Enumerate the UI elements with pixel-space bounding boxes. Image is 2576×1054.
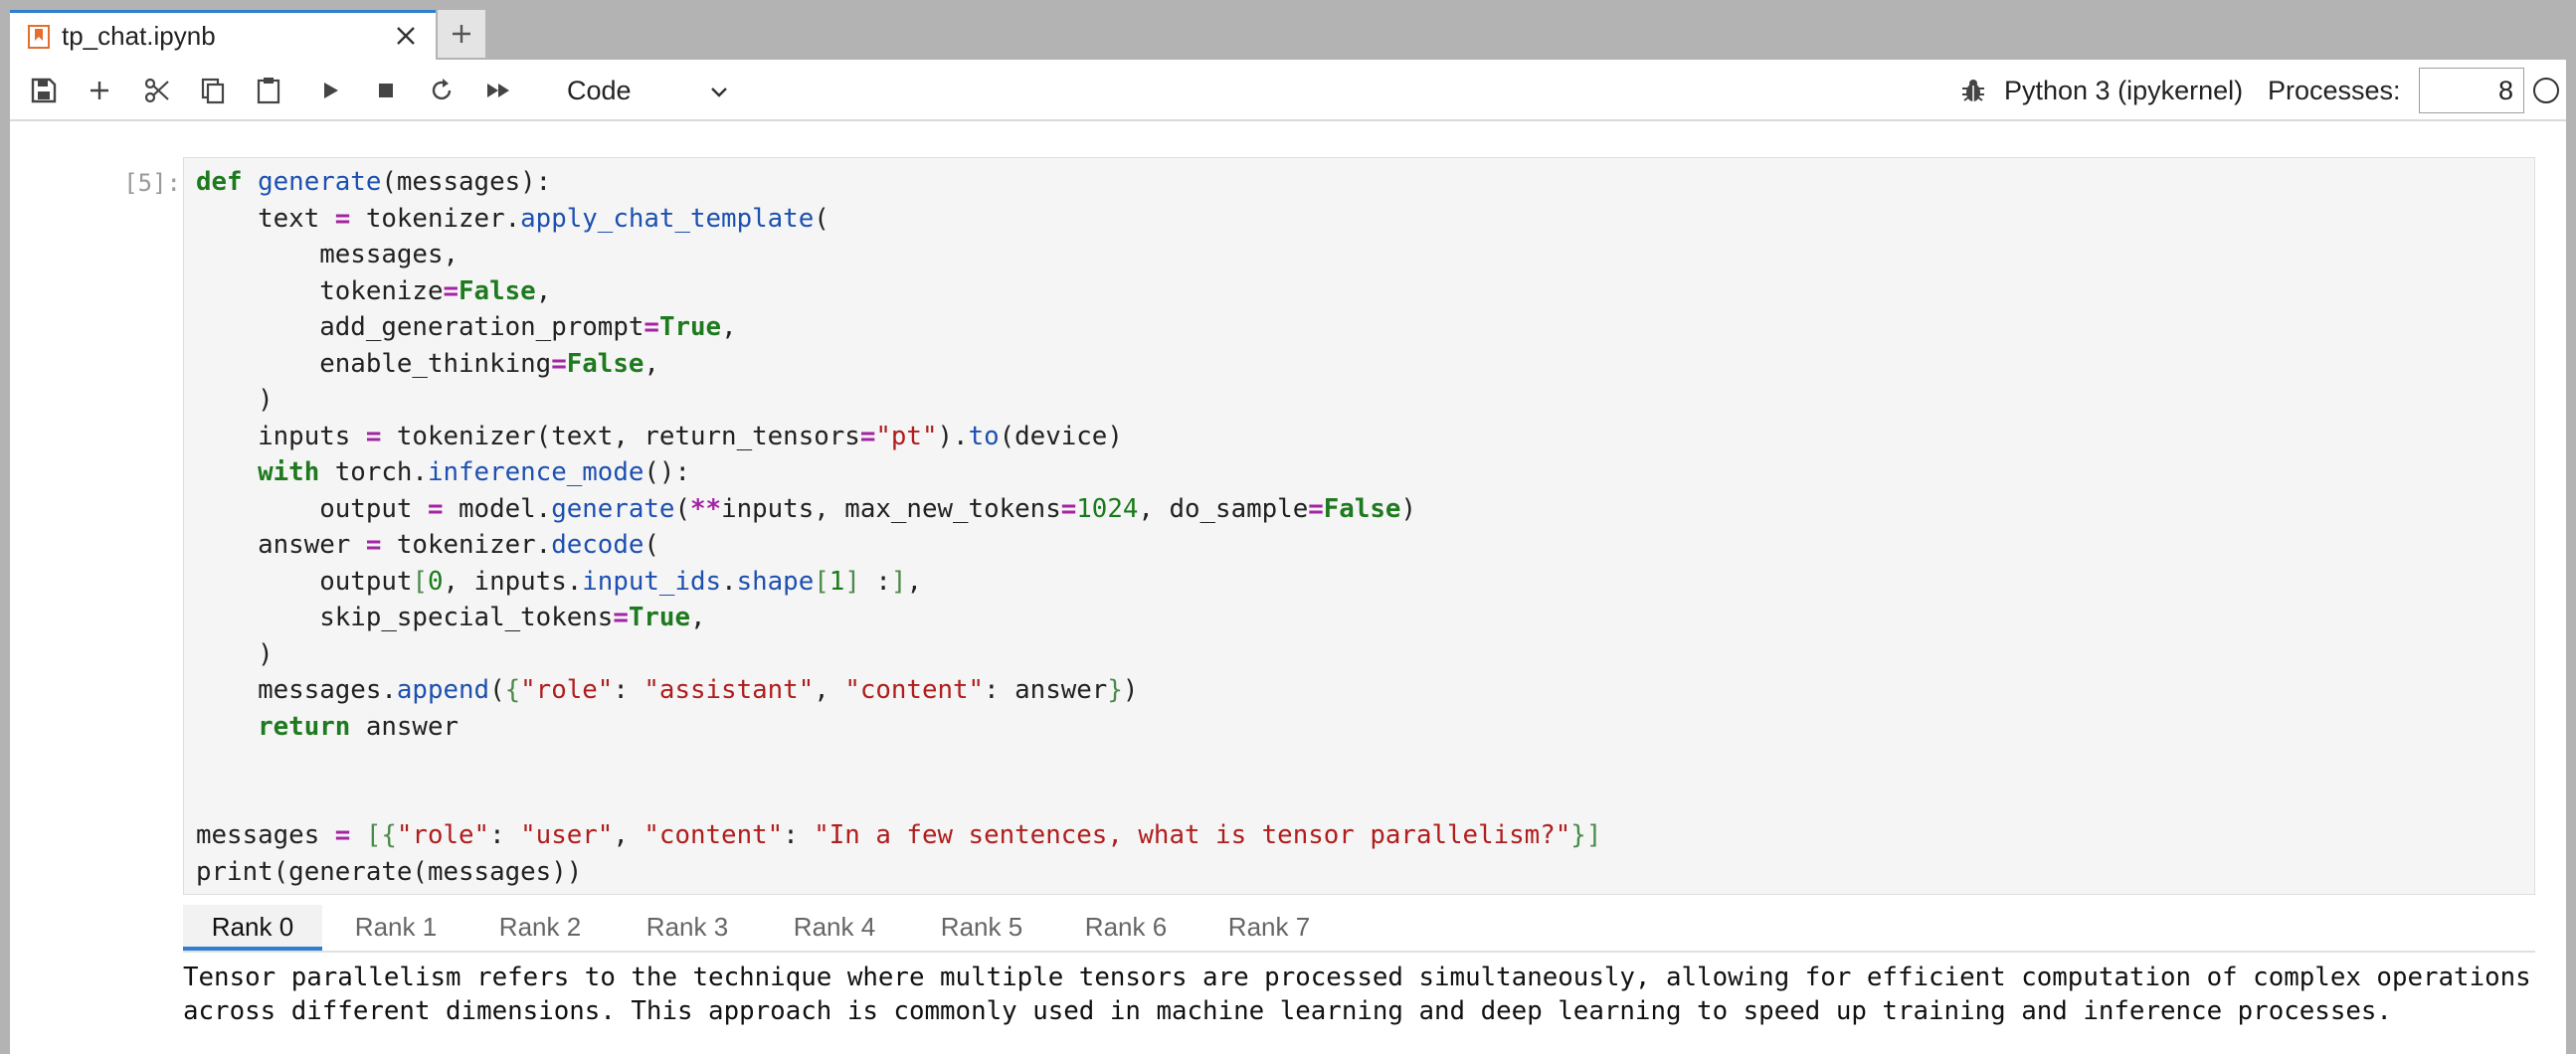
notebook-tab[interactable]: tp_chat.ipynb <box>10 10 436 60</box>
code-line[interactable]: add_generation_prompt=True, <box>196 309 1601 346</box>
restart-icon[interactable] <box>426 75 458 106</box>
code-line[interactable]: inputs = tokenizer(text, return_tensors=… <box>196 419 1601 455</box>
code-line[interactable]: return answer <box>196 709 1601 746</box>
cell-type-value: Code <box>567 76 632 105</box>
notebook-toolbar: Code Python 3 (ipykernel) Processes: <box>10 60 2566 121</box>
tab-rank-2[interactable]: Rank 2 <box>465 905 615 951</box>
code-line[interactable]: ​ <box>196 745 1601 782</box>
code-line[interactable]: messages.append({"role": "assistant", "c… <box>196 672 1601 709</box>
notebook-panel: [5]: def generate(messages): text = toke… <box>10 121 2566 1054</box>
plus-icon <box>453 25 470 43</box>
tab-rank-0[interactable]: Rank 0 <box>183 905 322 951</box>
code-line[interactable]: answer = tokenizer.decode( <box>196 527 1601 564</box>
tab-rank-6[interactable]: Rank 6 <box>1054 905 1197 951</box>
fast-forward-icon[interactable] <box>483 75 515 106</box>
close-icon[interactable] <box>394 24 418 48</box>
kernel-status-icon <box>2533 78 2559 103</box>
output-rank-tabs: Rank 0 Rank 1 Rank 2 Rank 3 Rank 4 Rank 5 Rank… <box>183 905 2535 953</box>
plus-icon <box>91 82 108 99</box>
tab-title: tp_chat.ipynb <box>62 21 216 51</box>
code-cell[interactable]: def generate(messages): text = tokenizer… <box>183 157 2535 895</box>
code-line[interactable]: ) <box>196 382 1601 419</box>
code-line[interactable]: enable_thinking=False, <box>196 346 1601 383</box>
code-line[interactable]: output = model.generate(**inputs, max_ne… <box>196 491 1601 528</box>
processes-input[interactable] <box>2419 68 2524 113</box>
tab-rank-3[interactable]: Rank 3 <box>615 905 760 951</box>
run-icon[interactable] <box>314 75 346 106</box>
code-line[interactable]: messages, <box>196 237 1601 273</box>
code-line[interactable]: print(generate(messages)) <box>196 854 1601 891</box>
cell-type-dropdown[interactable]: Code <box>555 71 738 110</box>
code-line[interactable]: tokenize=False, <box>196 273 1601 310</box>
processes-label: Processes: <box>2268 76 2401 105</box>
notebook-icon <box>28 25 50 49</box>
paste-icon[interactable] <box>253 75 284 106</box>
add-cell-button[interactable] <box>84 75 115 106</box>
new-tab-button[interactable] <box>438 10 485 58</box>
save-icon[interactable] <box>28 75 60 106</box>
code-editor[interactable]: def generate(messages): text = tokenizer… <box>196 164 1601 890</box>
code-line[interactable]: text = tokenizer.apply_chat_template( <box>196 201 1601 238</box>
code-line[interactable]: skip_special_tokens=True, <box>196 600 1601 636</box>
bug-icon[interactable] <box>1959 77 1987 104</box>
stop-icon[interactable] <box>370 75 402 106</box>
execution-count: [5]: <box>123 169 181 197</box>
cut-icon[interactable] <box>141 75 173 106</box>
tab-rank-4[interactable]: Rank 4 <box>760 905 909 951</box>
chevron-down-icon <box>706 77 732 102</box>
copy-icon[interactable] <box>197 75 229 106</box>
code-line[interactable]: ) <box>196 636 1601 673</box>
code-line[interactable]: ​ <box>196 782 1601 818</box>
tab-bar: tp_chat.ipynb <box>0 0 2576 60</box>
tab-rank-5[interactable]: Rank 5 <box>909 905 1054 951</box>
code-line[interactable]: output[0, inputs.input_ids.shape[1] :], <box>196 564 1601 601</box>
code-line[interactable]: def generate(messages): <box>196 164 1601 201</box>
kernel-name[interactable]: Python 3 (ipykernel) <box>2004 71 2243 110</box>
tab-rank-7[interactable]: Rank 7 <box>1197 905 1341 951</box>
code-line[interactable]: messages = [{"role": "user", "content": … <box>196 817 1601 854</box>
cell-output: Tensor parallelism refers to the techniq… <box>183 963 2547 1026</box>
tab-rank-1[interactable]: Rank 1 <box>326 905 465 951</box>
code-line[interactable]: with torch.inference_mode(): <box>196 454 1601 491</box>
